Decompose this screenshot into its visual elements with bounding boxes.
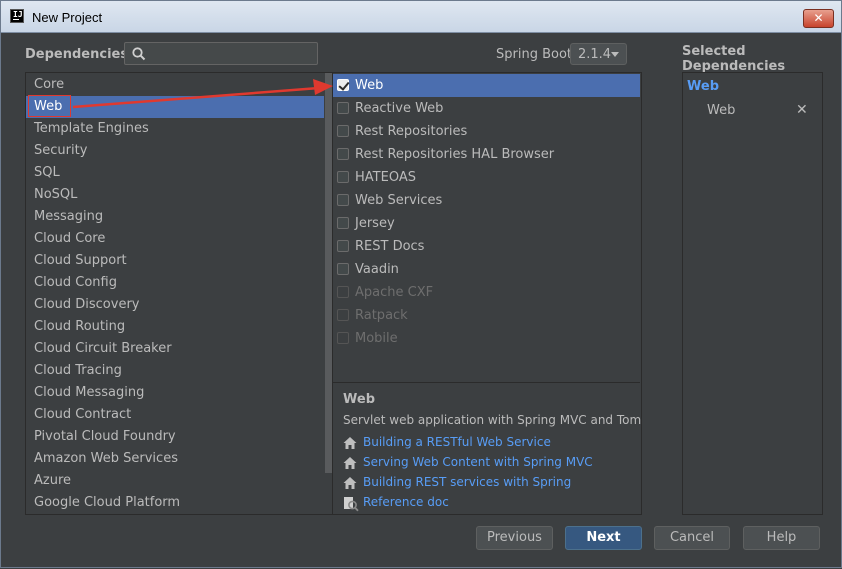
dependency-item[interactable]: Jersey — [333, 212, 640, 235]
dependency-item[interactable]: Web — [333, 74, 640, 97]
category-item[interactable]: Cloud Config — [26, 272, 324, 294]
category-item[interactable]: Azure — [26, 470, 324, 492]
dependency-label: Apache CXF — [355, 285, 434, 300]
dependency-info-title: Web — [343, 392, 375, 407]
selected-dependencies-panel: Web Web ✕ — [682, 72, 823, 515]
dependency-item: Mobile — [333, 327, 640, 350]
checkbox[interactable] — [337, 125, 349, 137]
dependency-label: Jersey — [355, 216, 395, 231]
checkbox[interactable] — [337, 102, 349, 114]
category-item[interactable]: Cloud Contract — [26, 404, 324, 426]
selected-dependency-label: Web — [707, 103, 736, 118]
category-item[interactable]: NoSQL — [26, 184, 324, 206]
checkbox — [337, 332, 349, 344]
dependency-item[interactable]: Web Services — [333, 189, 640, 212]
checkbox-checked[interactable] — [337, 79, 350, 91]
category-item[interactable]: Cloud Discovery — [26, 294, 324, 316]
dependency-list[interactable]: Web Reactive Web Rest Repositories Rest Rep… — [333, 72, 642, 515]
guide-link-label[interactable]: Reference doc — [363, 495, 449, 509]
spring-boot-version-select[interactable]: 2.1.4 — [570, 43, 627, 65]
category-item[interactable]: SQL — [26, 162, 324, 184]
checkbox — [337, 286, 349, 298]
spring-boot-version-value: 2.1.4 — [578, 47, 612, 62]
guide-link-label[interactable]: Building REST services with Spring — [363, 475, 571, 489]
category-item[interactable]: Cloud Support — [26, 250, 324, 272]
category-item[interactable]: Web — [26, 96, 324, 118]
category-item[interactable]: Security — [26, 140, 324, 162]
category-item[interactable]: Amazon Web Services — [26, 448, 324, 470]
dependency-search-box[interactable] — [124, 42, 318, 65]
window-title: New Project — [32, 10, 103, 25]
checkbox[interactable] — [337, 171, 349, 183]
previous-button[interactable]: Previous — [476, 526, 553, 550]
checkbox[interactable] — [337, 263, 349, 275]
category-item[interactable]: Messaging — [26, 206, 324, 228]
search-icon — [132, 47, 146, 61]
dependencies-heading: Dependencies — [25, 47, 129, 62]
checkbox[interactable] — [337, 194, 349, 206]
title-bar[interactable]: IJ New Project ✕ — [1, 1, 841, 33]
category-list-scrollbar[interactable] — [325, 73, 332, 473]
new-project-dialog: IJ New Project ✕ Dependencies Spring Boo… — [0, 0, 842, 568]
category-item[interactable]: Cloud Tracing — [26, 360, 324, 382]
checkbox[interactable] — [337, 217, 349, 229]
dependency-label: Reactive Web — [355, 101, 444, 116]
category-item[interactable]: Cloud Circuit Breaker — [26, 338, 324, 360]
dependency-item: Apache CXF — [333, 281, 640, 304]
dependency-item[interactable]: Vaadin — [333, 258, 640, 281]
spring-boot-label: Spring Boot — [496, 47, 573, 62]
category-item[interactable]: Pivotal Cloud Foundry — [26, 426, 324, 448]
guide-link-label[interactable]: Building a RESTful Web Service — [363, 435, 551, 449]
dependency-item[interactable]: Reactive Web — [333, 97, 640, 120]
home-icon — [343, 477, 357, 489]
dependency-label: HATEOAS — [355, 170, 416, 185]
dependency-info-description: Servlet web application with Spring MVC … — [343, 413, 642, 427]
checkbox[interactable] — [337, 148, 349, 160]
checkmark-icon — [338, 79, 350, 91]
dependency-label: REST Docs — [355, 239, 425, 254]
selected-group-title: Web — [687, 79, 719, 94]
dependency-item[interactable]: REST Docs — [333, 235, 640, 258]
category-item[interactable]: Cloud Routing — [26, 316, 324, 338]
search-input[interactable] — [151, 45, 311, 62]
category-item[interactable]: Template Engines — [26, 118, 324, 140]
checkbox[interactable] — [337, 240, 349, 252]
category-list[interactable]: Core Web Template Engines Security SQL NoSQL M… — [25, 72, 333, 515]
category-item[interactable]: Google Cloud Platform — [26, 492, 324, 514]
window-close-button[interactable]: ✕ — [803, 9, 834, 28]
dependency-label: Mobile — [355, 331, 398, 346]
category-item[interactable]: Cloud Core — [26, 228, 324, 250]
dependency-label: Web — [355, 78, 384, 93]
home-icon — [343, 437, 357, 449]
reference-doc-icon — [344, 497, 359, 512]
dependency-item[interactable]: Rest Repositories — [333, 120, 640, 143]
dependency-label: Vaadin — [355, 262, 399, 277]
chevron-down-icon — [611, 52, 619, 57]
dependency-item: Ratpack — [333, 304, 640, 327]
dependency-item[interactable]: Rest Repositories HAL Browser — [333, 143, 640, 166]
next-button[interactable]: Next — [565, 526, 642, 550]
category-item[interactable]: Cloud Messaging — [26, 382, 324, 404]
remove-dependency-icon[interactable]: ✕ — [796, 102, 808, 118]
intellij-app-icon: IJ — [10, 9, 24, 23]
dependency-label: Rest Repositories — [355, 124, 468, 139]
dependency-label: Ratpack — [355, 308, 408, 323]
dependency-info-panel: Web Servlet web application with Spring … — [333, 382, 642, 514]
dependency-label: Rest Repositories HAL Browser — [355, 147, 555, 162]
checkbox — [337, 309, 349, 321]
dependency-label: Web Services — [355, 193, 443, 208]
category-item[interactable]: Core — [26, 74, 324, 96]
dependency-item[interactable]: HATEOAS — [333, 166, 640, 189]
home-icon — [343, 457, 357, 469]
selected-dependencies-heading: Selected Dependencies — [682, 44, 786, 74]
guide-link-label[interactable]: Serving Web Content with Spring MVC — [363, 455, 593, 469]
help-button[interactable]: Help — [743, 526, 820, 550]
cancel-button[interactable]: Cancel — [654, 526, 730, 550]
